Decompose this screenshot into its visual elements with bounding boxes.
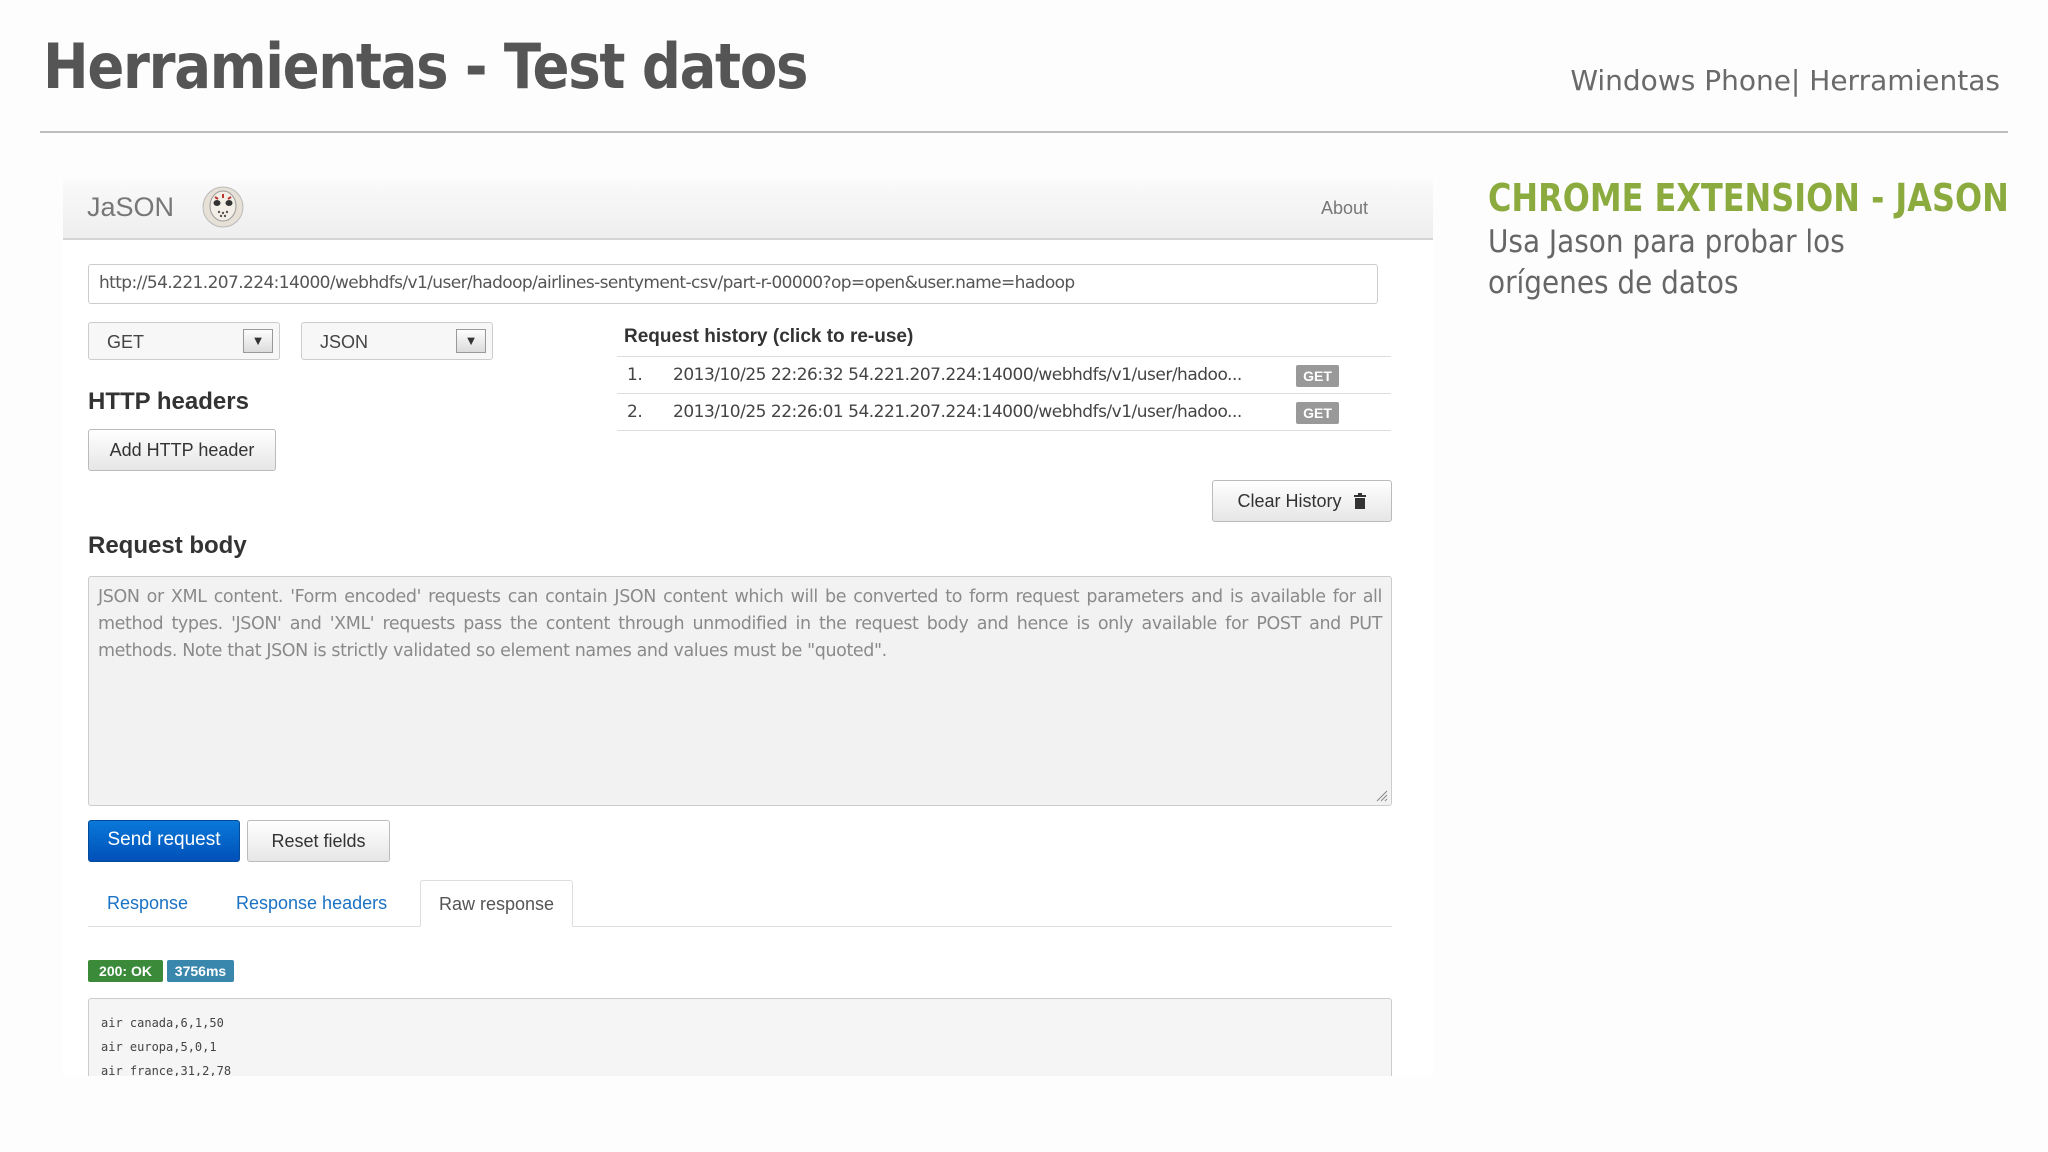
jason-app-screenshot: JaSON About http://54.221.207.224:14000/… <box>63 180 1433 1076</box>
time-badge: 3756ms <box>167 960 234 982</box>
raw-line: air europa,5,0,1 <box>101 1040 217 1054</box>
hockey-mask-icon <box>202 186 244 228</box>
history-entry[interactable]: 2013/10/25 22:26:32 54.221.207.224:14000… <box>673 365 1242 385</box>
tab-response-headers[interactable]: Response headers <box>218 880 405 927</box>
side-description: Usa Jason para probar los orígenes de da… <box>1488 224 1845 301</box>
send-request-button[interactable]: Send request <box>88 820 240 862</box>
history-index: 2. <box>627 402 643 422</box>
chevron-down-icon[interactable]: ▼ <box>243 329 273 353</box>
method-select[interactable]: GET ▼ <box>88 322 280 360</box>
url-input[interactable]: http://54.221.207.224:14000/webhdfs/v1/u… <box>88 264 1378 304</box>
app-brand[interactable]: JaSON <box>87 192 174 223</box>
raw-line: air france,31,2,78 <box>101 1064 232 1076</box>
history-row[interactable]: 1. 2013/10/25 22:26:32 54.221.207.224:14… <box>617 356 1391 393</box>
request-body-placeholder: JSON or XML content. 'Form encoded' requ… <box>98 587 1382 661</box>
request-body-title: Request body <box>88 532 247 559</box>
app-navbar: JaSON About <box>63 180 1433 240</box>
method-badge: GET <box>1296 402 1339 424</box>
status-badge: 200: OK <box>88 960 163 982</box>
method-select-value: GET <box>107 332 145 352</box>
add-http-header-button[interactable]: Add HTTP header <box>88 429 276 471</box>
http-headers-title: HTTP headers <box>88 388 249 415</box>
clear-history-label: Clear History <box>1237 491 1342 511</box>
resize-handle-icon[interactable] <box>1376 790 1388 802</box>
about-link[interactable]: About <box>1321 198 1368 219</box>
trash-icon <box>1353 493 1366 509</box>
raw-response-output: air canada,6,1,50 air europa,5,0,1 air f… <box>88 998 1392 1076</box>
history-entry[interactable]: 2013/10/25 22:26:01 54.221.207.224:14000… <box>673 402 1242 422</box>
format-select[interactable]: JSON ▼ <box>301 322 493 360</box>
raw-line: air canada,6,1,50 <box>101 1016 224 1030</box>
history-row[interactable]: 2. 2013/10/25 22:26:01 54.221.207.224:14… <box>617 393 1391 431</box>
format-select-value: JSON <box>320 332 369 352</box>
chevron-down-icon[interactable]: ▼ <box>456 329 486 353</box>
request-history-title: Request history (click to re-use) <box>624 326 914 347</box>
request-body-textarea[interactable]: JSON or XML content. 'Form encoded' requ… <box>88 576 1392 806</box>
clear-history-button[interactable]: Clear History <box>1212 480 1392 522</box>
history-index: 1. <box>627 365 643 385</box>
method-badge: GET <box>1296 365 1339 387</box>
tab-raw-response[interactable]: Raw response <box>420 880 574 927</box>
title-divider <box>40 131 2008 133</box>
slide-title: Herramientas - Test datos <box>43 30 808 103</box>
tab-response[interactable]: Response <box>89 880 206 927</box>
slide-breadcrumb: Windows Phone| Herramientas <box>1570 64 2000 97</box>
side-heading: CHROME EXTENSION - JASON <box>1488 176 2009 220</box>
reset-fields-button[interactable]: Reset fields <box>247 820 390 862</box>
